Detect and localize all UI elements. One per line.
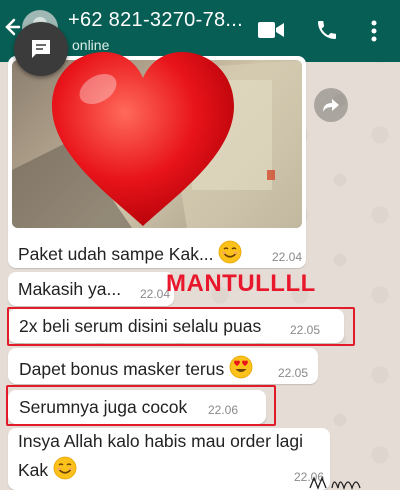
message-text: Paket udah sampe Kak... xyxy=(18,244,214,264)
message-text: Makasih ya... xyxy=(18,279,122,299)
message-bubble[interactable]: Insya Allah kalo habis mau order lagi Ka… xyxy=(8,428,330,490)
message-time: 22.04 xyxy=(272,250,303,264)
message-text: Insya Allah kalo habis mau order lagi xyxy=(18,431,304,451)
highlight-box xyxy=(7,307,355,346)
floating-chat-button[interactable] xyxy=(14,22,68,76)
forward-icon[interactable] xyxy=(314,88,348,122)
message-text: Dapet bonus masker terus xyxy=(19,359,225,379)
phone-icon[interactable] xyxy=(315,18,339,42)
message-bubble[interactable]: Makasih ya... 22.04 xyxy=(8,272,174,306)
overlay-caption: MANTULLLL xyxy=(166,270,316,297)
chat-bubble-icon xyxy=(32,40,50,58)
heart-sticker xyxy=(52,52,234,226)
more-options-icon[interactable] xyxy=(370,19,378,43)
message-bubble[interactable]: Dapet bonus masker terus 22.05 xyxy=(8,348,318,384)
smiling-face-emoji xyxy=(53,456,77,480)
smiling-face-emoji xyxy=(219,240,242,264)
heart-eyes-emoji xyxy=(229,355,253,379)
contact-name[interactable]: +62 821-3270-78... xyxy=(68,9,243,32)
message-text: Kak xyxy=(18,460,49,480)
highlight-box xyxy=(6,385,276,426)
handwritten-doodle xyxy=(309,476,361,490)
message-time: 22.05 xyxy=(278,366,309,380)
video-call-icon[interactable] xyxy=(258,20,284,40)
